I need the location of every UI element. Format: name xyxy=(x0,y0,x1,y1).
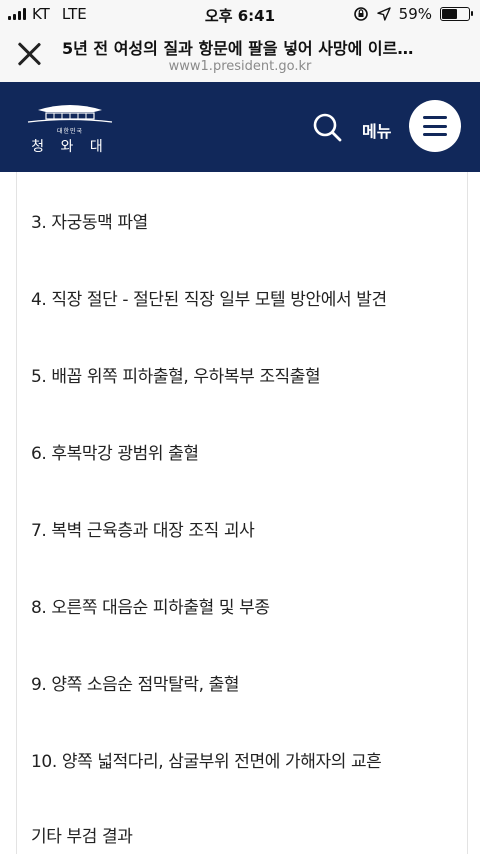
blue-house-roof-icon xyxy=(27,105,113,123)
menu-label[interactable]: 메뉴 xyxy=(362,118,391,142)
battery-percent: 59% xyxy=(398,5,432,23)
list-item: 10. 양쪽 넓적다리, 삼굴부위 전면에 가해자의 교흔 xyxy=(31,752,382,772)
autopsy-results-list: 3. 자궁동맥 파열 4. 직장 절단 - 절단된 직장 일부 모텔 방안에서 … xyxy=(16,172,468,854)
search-icon[interactable] xyxy=(312,112,342,142)
status-right: 59% xyxy=(353,5,473,23)
browser-bar: 5년 전 여성의 질과 항문에 팔을 넣어 사망에 이르… www1.presi… xyxy=(0,28,480,83)
list-item: 3. 자궁동맥 파열 xyxy=(31,213,148,233)
list-item: 9. 양쪽 소음순 점막탈락, 출혈 xyxy=(31,675,240,695)
list-item: 4. 직장 절단 - 절단된 직장 일부 모텔 방안에서 발견 xyxy=(31,290,387,310)
hamburger-icon[interactable] xyxy=(409,100,461,152)
cheongwadae-logo[interactable]: 대한민국 청 와 대 xyxy=(24,100,116,156)
page-title: 5년 전 여성의 질과 항문에 팔을 넣어 사망에 이르… xyxy=(62,39,414,58)
logo-subtext: 대한민국 xyxy=(56,128,84,135)
status-bar: KT LTE 오후 6:41 59% xyxy=(0,0,480,28)
list-item: 5. 배꼽 위쪽 피하출혈, 우하복부 조직출혈 xyxy=(31,367,321,387)
page-url[interactable]: www1.president.go.kr xyxy=(0,59,480,74)
list-item: 8. 오른쪽 대음순 피하출혈 및 부종 xyxy=(31,598,270,618)
orientation-lock-icon xyxy=(353,7,368,21)
logo-text: 청 와 대 xyxy=(31,139,109,155)
list-item: 6. 후복막강 광범위 출혈 xyxy=(31,444,199,464)
battery-icon xyxy=(440,7,473,21)
location-icon xyxy=(376,7,391,21)
section-heading: 기타 부검 결과 xyxy=(31,827,133,847)
list-item: 7. 복벽 근육층과 대장 조직 괴사 xyxy=(31,521,255,541)
site-header: 대한민국 청 와 대 메뉴 xyxy=(0,82,480,172)
